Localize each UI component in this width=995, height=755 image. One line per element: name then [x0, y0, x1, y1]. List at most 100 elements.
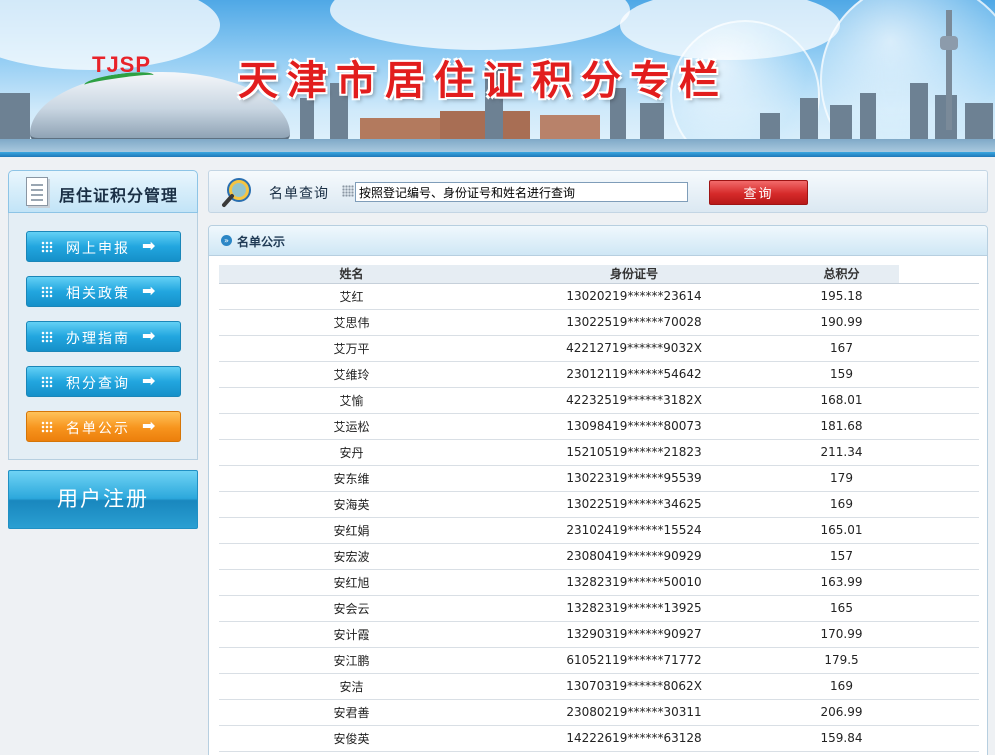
results-table: 姓名 身份证号 总积分 艾红 13020219******23614 195.18 艾…	[219, 265, 979, 752]
sidebar-item-policies[interactable]: 相关政策 ➡	[26, 276, 181, 307]
banner-divider	[0, 152, 995, 157]
sidebar-item-label: 名单公示	[66, 421, 130, 437]
cell-spacer	[899, 673, 979, 700]
table-row: 艾万平 42212719******9032X 167	[219, 335, 979, 362]
cell-total-score: 211.34	[784, 439, 899, 466]
cell-spacer	[899, 647, 979, 674]
tv-tower-top	[940, 36, 958, 50]
grid-icon	[41, 286, 53, 298]
search-input[interactable]	[355, 182, 688, 202]
cell-name: 安洁	[219, 673, 484, 700]
sidebar-item-score-query[interactable]: 积分查询 ➡	[26, 366, 181, 397]
cell-id-number: 42212719******9032X	[484, 335, 784, 362]
table-row: 安洁 13070319******8062X 169	[219, 673, 979, 700]
cell-total-score: 159.84	[784, 725, 899, 752]
list-panel-header: » 名单公示	[209, 226, 987, 256]
table-row: 安君善 23080219******30311 206.99	[219, 699, 979, 726]
table-row: 安海英 13022519******34625 169	[219, 491, 979, 518]
arrow-right-icon: ➡	[142, 236, 158, 255]
cell-spacer	[899, 569, 979, 596]
cell-name: 安丹	[219, 439, 484, 466]
cell-name: 安宏波	[219, 543, 484, 570]
cell-spacer	[899, 413, 979, 440]
banner-cloud	[330, 0, 630, 50]
results-body: 艾红 13020219******23614 195.18 艾思伟 13022519**…	[219, 283, 979, 752]
cell-spacer	[899, 517, 979, 544]
list-panel-title: 名单公示	[237, 235, 286, 249]
cell-name: 艾思伟	[219, 309, 484, 336]
register-button[interactable]: 用户注册	[8, 470, 198, 529]
sidebar-item-online-declare[interactable]: 网上申报 ➡	[26, 231, 181, 262]
table-row: 安红娟 23102419******15524 165.01	[219, 517, 979, 544]
sidebar-item-label: 网上申报	[66, 241, 130, 257]
cell-spacer	[899, 335, 979, 362]
cell-id-number: 23102419******15524	[484, 517, 784, 544]
cell-total-score: 165	[784, 595, 899, 622]
cell-spacer	[899, 621, 979, 648]
cell-name: 安君善	[219, 699, 484, 726]
grid-icon	[41, 421, 53, 433]
cell-total-score: 181.68	[784, 413, 899, 440]
cell-total-score: 179.5	[784, 647, 899, 674]
arrow-right-icon: ➡	[142, 281, 158, 300]
search-button[interactable]: 查询	[709, 180, 808, 205]
table-row: 安宏波 23080419******90929 157	[219, 543, 979, 570]
sidebar-item-list-publicity[interactable]: 名单公示 ➡	[26, 411, 181, 442]
cell-id-number: 13098419******80073	[484, 413, 784, 440]
cell-spacer	[899, 309, 979, 336]
cell-name: 安俊英	[219, 725, 484, 752]
cell-id-number: 13022319******95539	[484, 465, 784, 492]
cell-total-score: 167	[784, 335, 899, 362]
table-row: 艾维玲 23012119******54642 159	[219, 361, 979, 388]
cell-id-number: 13020219******23614	[484, 283, 784, 310]
header-banner: TJSP 天津市居住证积分专栏	[0, 0, 995, 157]
table-row: 安计霞 13290319******90927 170.99	[219, 621, 979, 648]
cell-total-score: 163.99	[784, 569, 899, 596]
cell-id-number: 23080219******30311	[484, 699, 784, 726]
cell-name: 安红娟	[219, 517, 484, 544]
list-panel: » 名单公示 姓名 身份证号 总积分 艾红 13020219******23614…	[208, 225, 988, 755]
cell-spacer	[899, 465, 979, 492]
table-row: 安俊英 14222619******63128 159.84	[219, 725, 979, 752]
cell-spacer	[899, 725, 979, 752]
cell-id-number: 23080419******90929	[484, 543, 784, 570]
column-header-id: 身份证号	[484, 265, 784, 284]
cell-id-number: 13022519******70028	[484, 309, 784, 336]
cell-id-number: 13290319******90927	[484, 621, 784, 648]
cell-id-number: 13022519******34625	[484, 491, 784, 518]
table-row: 艾思伟 13022519******70028 190.99	[219, 309, 979, 336]
sidebar-item-guide[interactable]: 办理指南 ➡	[26, 321, 181, 352]
cell-total-score: 157	[784, 543, 899, 570]
cell-name: 艾红	[219, 283, 484, 310]
cell-spacer	[899, 699, 979, 726]
cell-total-score: 170.99	[784, 621, 899, 648]
table-row: 艾愉 42232519******3182X 168.01	[219, 387, 979, 414]
cell-total-score: 159	[784, 361, 899, 388]
grid-icon	[41, 241, 53, 253]
sidebar-item-label: 相关政策	[66, 286, 130, 302]
cell-total-score: 179	[784, 465, 899, 492]
table-row: 安会云 13282319******13925 165	[219, 595, 979, 622]
cell-name: 安江鹏	[219, 647, 484, 674]
table-row: 安东维 13022319******95539 179	[219, 465, 979, 492]
column-header-score: 总积分	[784, 265, 899, 284]
cell-id-number: 61052119******71772	[484, 647, 784, 674]
sidebar-header: 居住证积分管理	[8, 170, 198, 213]
sidebar-item-label: 办理指南	[66, 331, 130, 347]
search-label: 名单查询	[269, 186, 329, 202]
cell-id-number: 13070319******8062X	[484, 673, 784, 700]
document-icon	[26, 177, 48, 206]
table-row: 安江鹏 61052119******71772 179.5	[219, 647, 979, 674]
cell-name: 安红旭	[219, 569, 484, 596]
cell-spacer	[899, 543, 979, 570]
grid-icon	[41, 376, 53, 388]
cell-name: 安海英	[219, 491, 484, 518]
cell-spacer	[899, 491, 979, 518]
cell-name: 安计霞	[219, 621, 484, 648]
cell-spacer	[899, 439, 979, 466]
cell-id-number: 13282319******50010	[484, 569, 784, 596]
cell-spacer	[899, 283, 979, 310]
dots-icon	[342, 185, 354, 197]
sidebar-item-label: 积分查询	[66, 376, 130, 392]
cell-total-score: 169	[784, 673, 899, 700]
